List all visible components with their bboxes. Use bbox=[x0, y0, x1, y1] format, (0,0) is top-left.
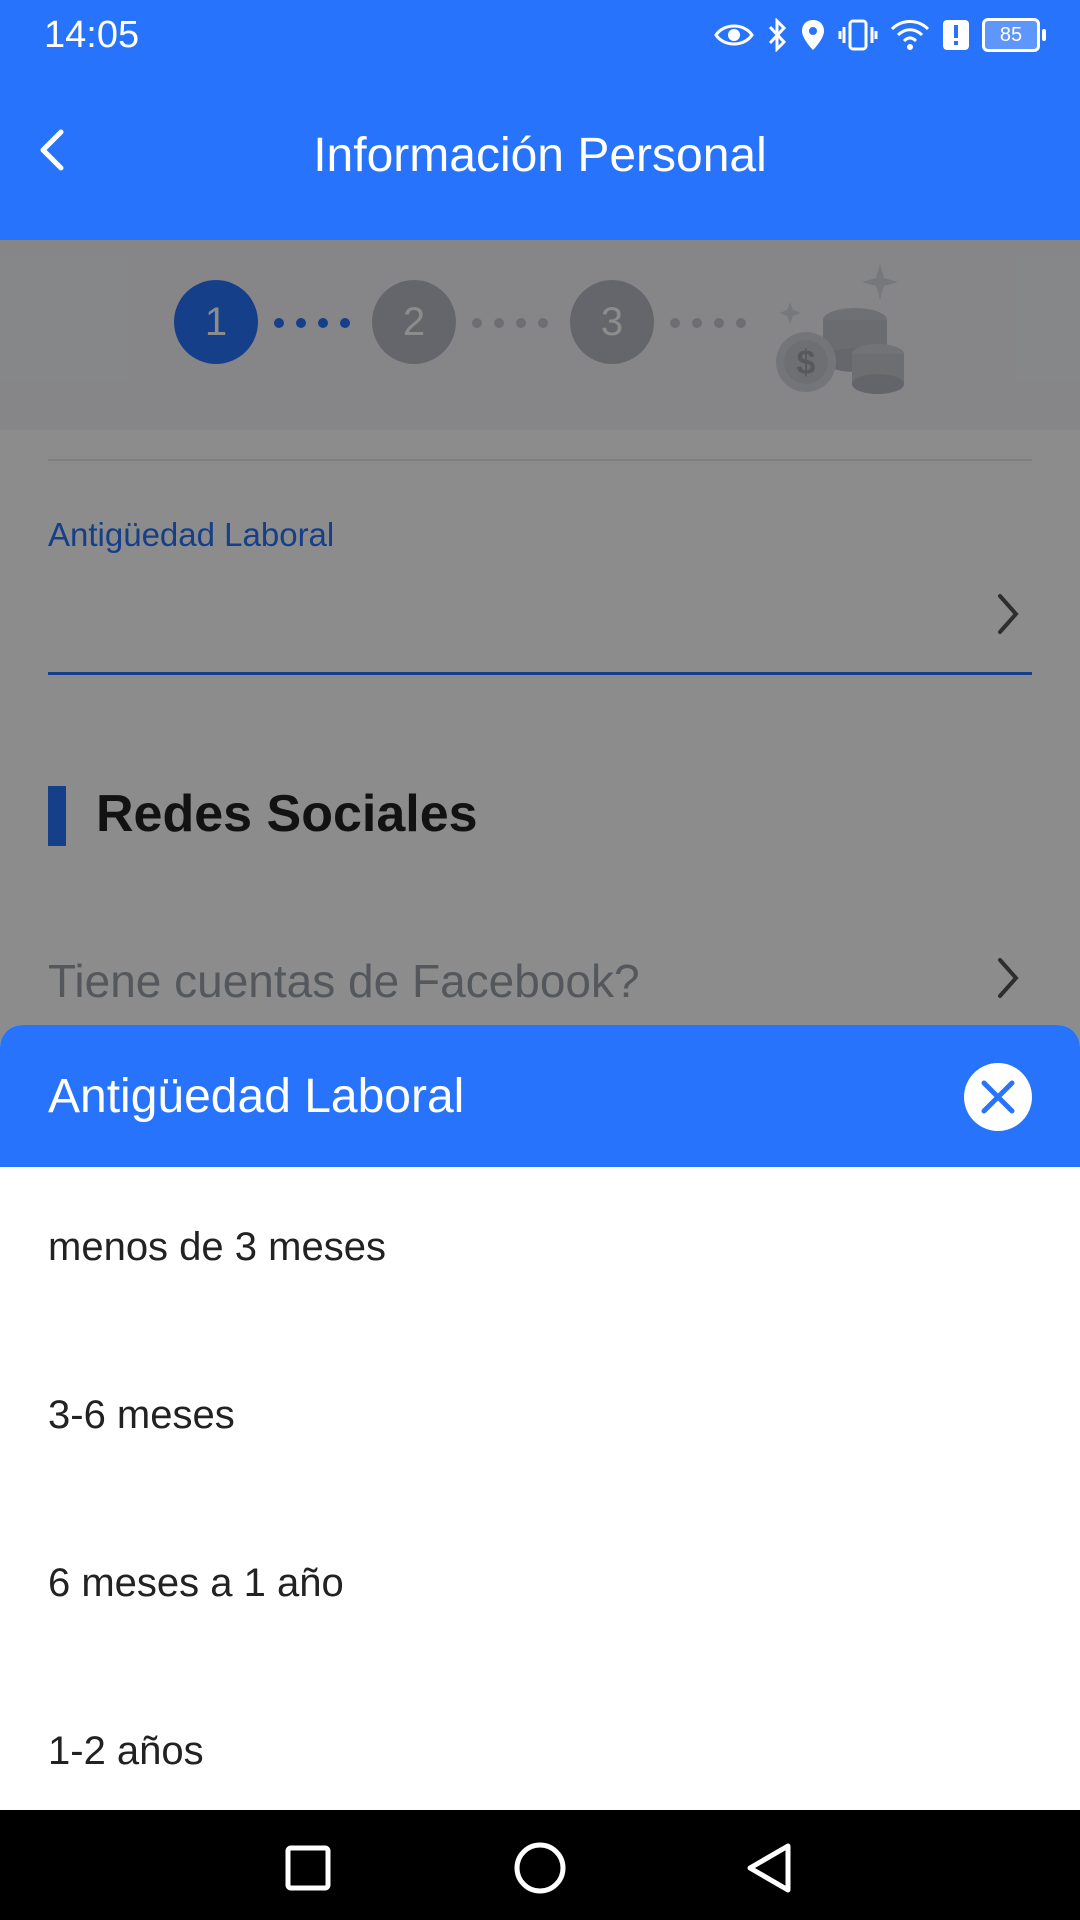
option-label: menos de 3 meses bbox=[48, 1225, 386, 1269]
close-icon bbox=[981, 1080, 1015, 1114]
status-time: 14:05 bbox=[44, 14, 140, 56]
system-nav-bar bbox=[0, 1810, 1080, 1920]
location-icon bbox=[800, 18, 826, 52]
close-button[interactable] bbox=[964, 1063, 1032, 1131]
picker-option[interactable]: menos de 3 meses bbox=[0, 1167, 1080, 1335]
vibrate-icon bbox=[838, 19, 878, 51]
square-icon bbox=[285, 1845, 331, 1891]
home-button[interactable] bbox=[512, 1840, 568, 1896]
recents-button[interactable] bbox=[280, 1840, 336, 1896]
picker-title: Antigüedad Laboral bbox=[48, 1070, 465, 1123]
picker-option[interactable]: 1-2 años bbox=[0, 1671, 1080, 1810]
picker-sheet: Antigüedad Laboral menos de 3 meses 3-6 … bbox=[0, 1025, 1080, 1810]
battery-icon: 85 bbox=[982, 18, 1046, 52]
status-icons: 85 bbox=[714, 18, 1046, 52]
option-label: 3-6 meses bbox=[48, 1393, 235, 1437]
triangle-back-icon bbox=[747, 1843, 791, 1893]
bluetooth-icon bbox=[766, 18, 788, 52]
eye-icon bbox=[714, 21, 754, 49]
page-title: Información Personal bbox=[313, 129, 767, 182]
option-label: 1-2 años bbox=[48, 1729, 204, 1773]
option-label: 6 meses a 1 año bbox=[48, 1561, 344, 1605]
circle-icon bbox=[514, 1842, 566, 1894]
status-bar: 14:05 85 bbox=[0, 0, 1080, 76]
alert-icon bbox=[942, 19, 970, 51]
picker-header: Antigüedad Laboral bbox=[0, 1025, 1080, 1167]
picker-option[interactable]: 3-6 meses bbox=[0, 1335, 1080, 1503]
app-bar: Información Personal bbox=[0, 76, 1080, 240]
wifi-icon bbox=[890, 19, 930, 51]
picker-option[interactable]: 6 meses a 1 año bbox=[0, 1503, 1080, 1671]
back-nav-button[interactable] bbox=[742, 1840, 798, 1896]
